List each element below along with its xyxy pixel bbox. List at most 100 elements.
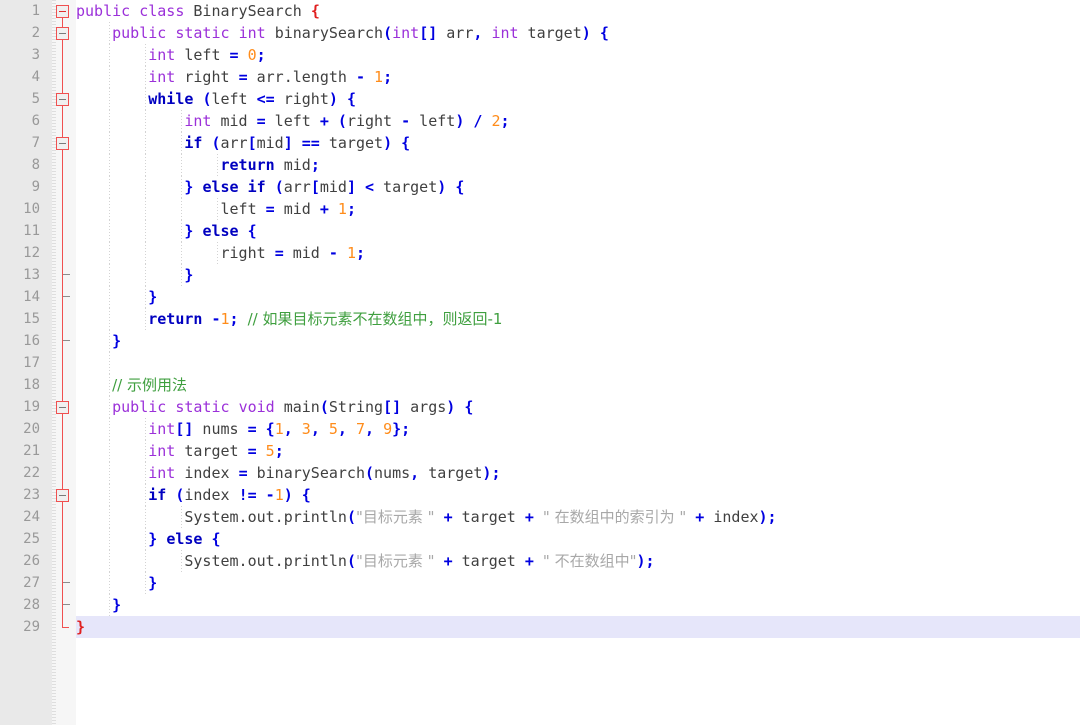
token-op: ;: [256, 46, 266, 64]
fold-gutter-cell[interactable]: [52, 572, 76, 594]
token-op: +: [695, 508, 705, 526]
code-line[interactable]: 13 }: [0, 264, 1080, 286]
token-op: ]: [346, 178, 356, 196]
fold-gutter-cell[interactable]: [52, 506, 76, 528]
code-line[interactable]: 23 if (index != -1) {: [0, 484, 1080, 506]
fold-gutter-cell[interactable]: [52, 66, 76, 88]
fold-gutter-cell[interactable]: [52, 308, 76, 330]
fold-gutter-cell[interactable]: [52, 44, 76, 66]
code-line[interactable]: 28 }: [0, 594, 1080, 616]
fold-gutter-cell[interactable]: [52, 528, 76, 550]
fold-gutter-cell[interactable]: [52, 594, 76, 616]
code-line[interactable]: 17: [0, 352, 1080, 374]
token-kw: if: [148, 486, 167, 504]
token-op: =: [247, 442, 257, 460]
fold-gutter-cell[interactable]: [52, 88, 76, 110]
fold-collapse-icon[interactable]: [56, 401, 69, 414]
fold-gutter-cell[interactable]: [52, 330, 76, 352]
fold-gutter-cell[interactable]: [52, 286, 76, 308]
code-line[interactable]: 4 int right = arr.length - 1;: [0, 66, 1080, 88]
token-pl: main: [283, 398, 320, 416]
token-op: ==: [301, 134, 320, 152]
fold-collapse-icon[interactable]: [56, 27, 69, 40]
fold-gutter-cell[interactable]: [52, 264, 76, 286]
code-text: System.out.println("目标元素 " + target + " …: [76, 506, 776, 528]
code-line[interactable]: 12 right = mid - 1;: [0, 242, 1080, 264]
token-str: "目标元素 ": [355, 508, 435, 526]
line-number: 12: [23, 245, 40, 261]
code-line[interactable]: 27 }: [0, 572, 1080, 594]
fold-collapse-icon[interactable]: [56, 489, 69, 502]
code-line[interactable]: 3 int left = 0;: [0, 44, 1080, 66]
fold-gutter-cell[interactable]: [52, 352, 76, 374]
code-line[interactable]: 5 while (left <= right) {: [0, 88, 1080, 110]
code-line[interactable]: 29}: [0, 616, 1080, 638]
token-op: =: [229, 46, 239, 64]
fold-gutter-cell[interactable]: [52, 154, 76, 176]
fold-gutter-cell[interactable]: [52, 0, 76, 22]
fold-gutter-cell[interactable]: [52, 220, 76, 242]
code-text: int mid = left + (right - left) / 2;: [76, 110, 509, 132]
fold-gutter-cell[interactable]: [52, 616, 76, 638]
code-line[interactable]: 18 // 示例用法: [0, 374, 1080, 396]
minus-icon: [59, 143, 66, 144]
code-line[interactable]: 1 public class BinarySearch {: [0, 0, 1080, 22]
code-editor[interactable]: 1 public class BinarySearch {2 public sta…: [0, 0, 1080, 725]
token-op: [: [310, 178, 320, 196]
token-op: =: [238, 464, 248, 482]
code-line[interactable]: 2 public static int binarySearch(int[] a…: [0, 22, 1080, 44]
fold-range-line: [62, 176, 63, 198]
code-line[interactable]: 25 } else {: [0, 528, 1080, 550]
code-line[interactable]: 19 public static void main(String[] args…: [0, 396, 1080, 418]
token-op: (: [383, 24, 393, 42]
fold-gutter-cell[interactable]: [52, 132, 76, 154]
fold-gutter-cell[interactable]: [52, 484, 76, 506]
code-line[interactable]: 6 int mid = left + (right - left) / 2;: [0, 110, 1080, 132]
token-op: (: [346, 508, 356, 526]
fold-gutter-cell[interactable]: [52, 374, 76, 396]
token-op: ): [581, 24, 591, 42]
code-line[interactable]: 9 } else if (arr[mid] < target) {: [0, 176, 1080, 198]
fold-gutter-cell[interactable]: [52, 440, 76, 462]
line-number: 1: [31, 3, 40, 19]
fold-gutter-cell[interactable]: [52, 418, 76, 440]
fold-gutter-cell[interactable]: [52, 242, 76, 264]
fold-gutter-cell[interactable]: [52, 462, 76, 484]
code-line[interactable]: 10 left = mid + 1;: [0, 198, 1080, 220]
code-line[interactable]: 24 System.out.println("目标元素 " + target +…: [0, 506, 1080, 528]
line-number: 3: [31, 47, 40, 63]
code-line[interactable]: 15 return -1; // 如果目标元素不在数组中，则返回-1: [0, 308, 1080, 330]
token-op: ): [446, 398, 456, 416]
code-line[interactable]: 20 int[] nums = {1, 3, 5, 7, 9};: [0, 418, 1080, 440]
code-line[interactable]: 7 if (arr[mid] == target) {: [0, 132, 1080, 154]
fold-gutter-cell[interactable]: [52, 396, 76, 418]
fold-collapse-icon[interactable]: [56, 5, 69, 18]
token-pl: right: [346, 112, 402, 130]
fold-gutter-cell[interactable]: [52, 550, 76, 572]
fold-gutter-cell[interactable]: [52, 110, 76, 132]
code-line[interactable]: 26 System.out.println("目标元素 " + target +…: [0, 550, 1080, 572]
code-line[interactable]: 16 }: [0, 330, 1080, 352]
token-num: 1: [220, 310, 230, 328]
token-pl: left: [265, 112, 320, 130]
code-line[interactable]: 14 }: [0, 286, 1080, 308]
line-number: 24: [23, 509, 40, 525]
code-line[interactable]: 22 int index = binarySearch(nums, target…: [0, 462, 1080, 484]
code-line[interactable]: 21 int target = 5;: [0, 440, 1080, 462]
fold-collapse-icon[interactable]: [56, 93, 69, 106]
fold-gutter-cell[interactable]: [52, 176, 76, 198]
current-line-highlight: [76, 616, 1080, 638]
fold-collapse-icon[interactable]: [56, 137, 69, 150]
token-type: int: [238, 24, 266, 42]
code-line[interactable]: 11 } else {: [0, 220, 1080, 242]
code-line[interactable]: 8 return mid;: [0, 154, 1080, 176]
fold-gutter-cell[interactable]: [52, 198, 76, 220]
fold-gutter-cell[interactable]: [52, 22, 76, 44]
